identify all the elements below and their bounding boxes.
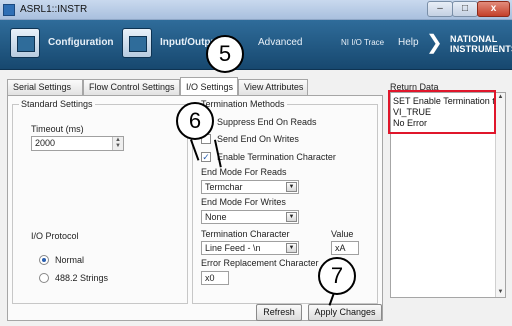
scroll-up-icon[interactable]: ▲ bbox=[496, 93, 505, 102]
send-end-writes-label: Send End On Writes bbox=[217, 134, 299, 144]
io-protocol-label: I/O Protocol bbox=[31, 231, 79, 241]
radio-normal[interactable] bbox=[39, 255, 49, 265]
callout-5: 5 bbox=[206, 35, 244, 73]
advanced-button[interactable]: Advanced bbox=[258, 37, 302, 71]
help-button[interactable]: Help bbox=[398, 37, 419, 71]
title-bar: ASRL1::INSTR – □ x bbox=[0, 0, 512, 20]
tab-view-attributes[interactable]: View Attributes bbox=[238, 79, 308, 95]
timeout-spinner-icon[interactable]: ▲ ▼ bbox=[112, 137, 123, 150]
end-mode-reads-select[interactable]: Termchar ▼ bbox=[201, 180, 299, 194]
timeout-field[interactable]: 2000 ▲ ▼ bbox=[31, 136, 124, 151]
error-replacement-label: Error Replacement Character bbox=[201, 258, 319, 268]
toolbar: Configuration Input/Output Advanced NI I… bbox=[0, 20, 512, 70]
error-replacement-field[interactable]: x0 bbox=[201, 271, 229, 285]
maximize-button[interactable]: □ bbox=[452, 1, 478, 17]
return-data-scrollbar[interactable]: ▲ ▼ bbox=[495, 93, 505, 297]
chevron-down-icon: ▼ bbox=[286, 212, 297, 222]
callout-6: 6 bbox=[176, 102, 214, 140]
minimize-button[interactable]: – bbox=[427, 1, 453, 17]
content-area: Serial Settings Flow Control Settings I/… bbox=[0, 70, 512, 326]
logo-line2: INSTRUMENTS bbox=[450, 44, 512, 54]
term-char-label: Termination Character bbox=[201, 229, 290, 239]
term-char-select[interactable]: Line Feed - \n ▼ bbox=[201, 241, 299, 255]
close-button[interactable]: x bbox=[477, 1, 510, 17]
tab-flow-control-settings[interactable]: Flow Control Settings bbox=[83, 79, 180, 95]
enable-termchar-checkbox[interactable]: ✓ bbox=[201, 152, 211, 162]
input-output-icon bbox=[122, 28, 152, 58]
timeout-label: Timeout (ms) bbox=[31, 124, 84, 134]
term-char-value: Line Feed - \n bbox=[205, 243, 261, 253]
enable-termchar-label: Enable Termination Character bbox=[217, 152, 336, 162]
configuration-label: Configuration bbox=[48, 37, 114, 48]
tab-io-settings[interactable]: I/O Settings bbox=[180, 77, 238, 95]
return-data-highlight bbox=[388, 90, 496, 134]
radio-488-2-strings-label: 488.2 Strings bbox=[55, 273, 109, 283]
apply-changes-button[interactable]: Apply Changes bbox=[308, 304, 382, 321]
value-field[interactable]: xA bbox=[331, 241, 359, 255]
timeout-value: 2000 bbox=[35, 138, 56, 148]
chevron-down-icon: ▼ bbox=[286, 243, 297, 253]
chevron-down-icon: ▼ bbox=[286, 182, 297, 192]
value-field-value: xA bbox=[335, 243, 346, 253]
end-mode-reads-value: Termchar bbox=[205, 182, 243, 192]
ni-io-trace-button[interactable]: NI I/O Trace bbox=[341, 38, 384, 72]
value-label: Value bbox=[331, 229, 354, 239]
termination-methods-legend: Termination Methods bbox=[199, 99, 287, 109]
radio-488-2-strings[interactable] bbox=[39, 273, 49, 283]
app-icon bbox=[3, 4, 15, 16]
end-mode-reads-label: End Mode For Reads bbox=[201, 167, 287, 177]
radio-normal-label: Normal bbox=[55, 255, 85, 265]
suppress-end-reads-label: Suppress End On Reads bbox=[217, 117, 317, 127]
standard-settings-group: Standard Settings Timeout (ms) 2000 ▲ ▼ I… bbox=[12, 99, 188, 304]
end-mode-writes-value: None bbox=[205, 212, 227, 222]
eagle-logo-icon: ❯ bbox=[426, 32, 443, 54]
configuration-button[interactable]: Configuration bbox=[10, 28, 118, 62]
scroll-down-icon[interactable]: ▼ bbox=[496, 288, 505, 297]
national-instruments-logo: ❯ NATIONAL INSTRUMENTS bbox=[426, 28, 512, 62]
standard-settings-legend: Standard Settings bbox=[19, 99, 95, 109]
window-title: ASRL1::INSTR bbox=[20, 4, 88, 15]
error-replacement-value: x0 bbox=[205, 273, 215, 283]
configuration-icon bbox=[10, 28, 40, 58]
end-mode-writes-select[interactable]: None ▼ bbox=[201, 210, 299, 224]
logo-line1: NATIONAL bbox=[450, 34, 498, 44]
callout-7: 7 bbox=[318, 257, 356, 295]
tab-serial-settings[interactable]: Serial Settings bbox=[7, 79, 83, 95]
refresh-button[interactable]: Refresh bbox=[256, 304, 302, 321]
end-mode-writes-label: End Mode For Writes bbox=[201, 197, 286, 207]
